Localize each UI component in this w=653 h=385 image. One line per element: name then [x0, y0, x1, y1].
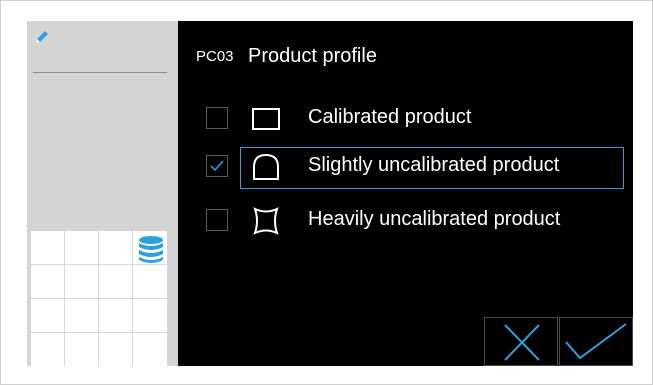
page-title: PC03 Product profile — [196, 45, 377, 68]
checkmark-icon — [210, 160, 224, 172]
pencil-icon[interactable] — [34, 29, 50, 45]
database-icon[interactable] — [135, 233, 167, 265]
option-slightly-uncalibrated[interactable]: Slightly uncalibrated product — [178, 145, 633, 189]
close-icon — [504, 324, 540, 361]
sidebar-panel — [27, 21, 178, 366]
grid-line — [31, 298, 167, 299]
option-calibrated[interactable]: Calibrated product — [178, 97, 633, 137]
checkbox-heavily-uncalibrated[interactable] — [206, 209, 228, 231]
cancel-button[interactable] — [484, 317, 558, 366]
irregular-shape-icon — [253, 207, 279, 235]
confirm-button[interactable] — [559, 317, 633, 366]
profile-title: Product profile — [247, 45, 377, 67]
profile-code: PC03 — [196, 48, 234, 65]
storage-grid — [31, 231, 167, 366]
checkbox-slightly-uncalibrated[interactable] — [206, 155, 228, 177]
square-shape-icon — [252, 108, 280, 130]
option-label: Heavily uncalibrated product — [308, 208, 561, 230]
rounded-shape-icon — [253, 153, 279, 180]
option-heavily-uncalibrated[interactable]: Heavily uncalibrated product — [178, 199, 633, 239]
option-label: Calibrated product — [308, 106, 472, 128]
checkmark-icon — [565, 323, 627, 360]
grid-line — [31, 332, 167, 333]
sidebar-divider — [33, 72, 167, 73]
checkbox-calibrated[interactable] — [206, 107, 228, 129]
product-profile-panel: PC03 Product profile Calibrated product … — [178, 21, 633, 366]
option-label: Slightly uncalibrated product — [308, 154, 560, 176]
